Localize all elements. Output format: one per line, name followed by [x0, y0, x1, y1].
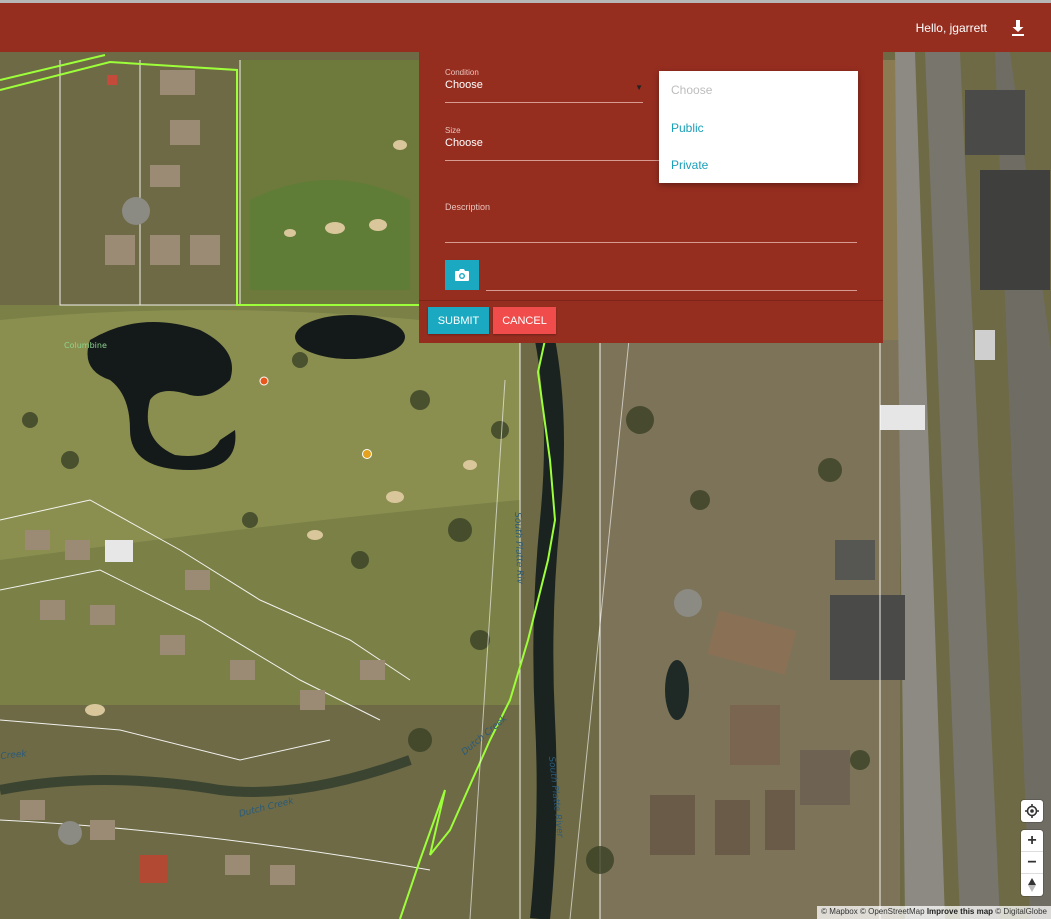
app-header: Hello, jgarrett: [0, 0, 1051, 52]
size-value: Choose: [445, 137, 483, 149]
improve-map-link[interactable]: Improve this map: [927, 907, 993, 916]
map-label-columbine: Columbine: [64, 341, 107, 350]
condition-underline: [445, 102, 643, 103]
zoom-controls: + −: [1021, 830, 1043, 896]
mapbox-attribution-link[interactable]: © Mapbox: [821, 907, 858, 916]
dropdown-option-private[interactable]: Private: [671, 158, 708, 172]
zoom-in-button[interactable]: +: [1021, 830, 1043, 852]
locate-icon: [1025, 804, 1039, 818]
chevron-down-icon: ▼: [635, 83, 643, 92]
actions-divider: [419, 300, 883, 301]
user-greeting: Hello, jgarrett: [915, 20, 987, 35]
zoom-out-button[interactable]: −: [1021, 852, 1043, 874]
photo-filename-field[interactable]: [486, 290, 857, 291]
size-select[interactable]: Size Choose: [445, 126, 685, 162]
dropdown-option-placeholder[interactable]: Choose: [671, 83, 712, 97]
submit-button[interactable]: SUBMIT: [428, 307, 489, 334]
geolocate-button[interactable]: [1021, 800, 1043, 822]
description-label: Description: [445, 202, 491, 212]
condition-value: Choose: [445, 79, 483, 91]
compass-button[interactable]: [1021, 874, 1043, 896]
size-label: Size: [445, 126, 461, 135]
size-underline: [445, 160, 685, 161]
download-button[interactable]: [1009, 19, 1027, 37]
photo-upload-button[interactable]: [445, 260, 479, 290]
osm-attribution-link[interactable]: © OpenStreetMap: [860, 907, 925, 916]
download-icon: [1012, 19, 1024, 36]
cancel-button[interactable]: CANCEL: [493, 307, 556, 334]
visibility-dropdown-menu: Choose Public Private: [659, 71, 858, 183]
dropdown-option-public[interactable]: Public: [671, 121, 704, 135]
camera-icon: [455, 269, 469, 281]
condition-select[interactable]: Condition Choose ▼: [445, 68, 643, 104]
map-attribution: © Mapbox © OpenStreetMap Improve this ma…: [817, 906, 1051, 919]
digitalglobe-attribution-link[interactable]: © DigitalGlobe: [995, 907, 1047, 916]
description-underline: [445, 242, 857, 243]
description-field[interactable]: Description: [445, 202, 857, 244]
compass-icon: [1028, 878, 1036, 892]
condition-label: Condition: [445, 68, 479, 77]
